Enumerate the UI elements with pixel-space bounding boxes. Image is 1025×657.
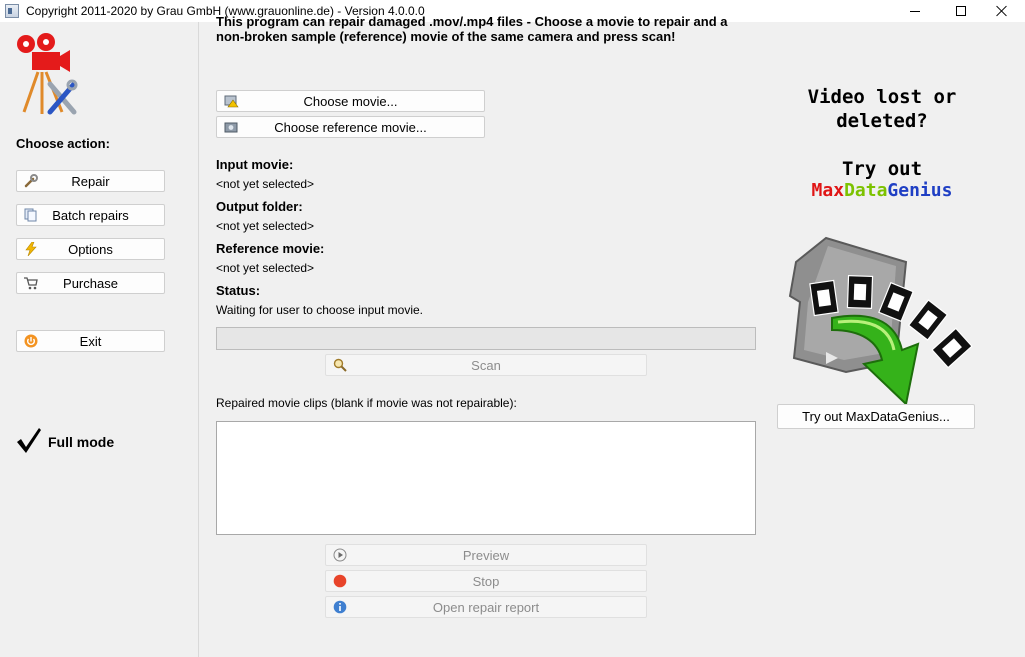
scan-label: Scan [471, 357, 501, 373]
repair-button-label: Repair [71, 173, 110, 189]
play-icon [333, 548, 347, 562]
status-value: Waiting for user to choose input movie. [216, 303, 423, 317]
lightning-icon [25, 242, 37, 256]
ad-line-2: deleted? [836, 110, 928, 132]
repaired-clips-list[interactable] [216, 421, 756, 535]
choose-reference-movie-button[interactable]: Choose reference movie... [216, 116, 485, 138]
info-icon [333, 600, 347, 614]
intro-text: This program can repair damaged .mov/.mp… [216, 14, 728, 44]
app-icon [5, 4, 19, 18]
movie-warning-icon [224, 95, 239, 108]
reference-movie-value: <not yet selected> [216, 261, 315, 275]
preview-button[interactable]: Preview [325, 544, 647, 566]
brand-part-data: Data [844, 180, 888, 201]
input-movie-label: Input movie: [216, 157, 294, 172]
repair-button[interactable]: Repair [16, 170, 165, 192]
ad-line-3: Try out [841, 158, 923, 180]
repaired-clips-label: Repaired movie clips (blank if movie was… [216, 396, 517, 410]
try-out-maxdatagenius-button[interactable]: Try out MaxDataGenius... [777, 404, 975, 429]
maximize-icon [956, 6, 966, 16]
power-icon [24, 334, 38, 348]
purchase-button-label: Purchase [63, 275, 118, 291]
maximize-button[interactable] [938, 0, 984, 22]
cart-icon [24, 277, 38, 290]
stop-button[interactable]: Stop [325, 570, 647, 592]
batch-repairs-button-label: Batch repairs [52, 207, 129, 223]
full-mode-label: Full mode [48, 434, 115, 450]
scan-button[interactable]: Scan [325, 354, 647, 376]
output-folder-value: <not yet selected> [216, 219, 315, 233]
sidebar: Choose action: Repair Batch repairs Opti… [0, 22, 199, 657]
stop-label: Stop [472, 573, 500, 589]
choose-action-heading: Choose action: [16, 136, 110, 151]
camera-tools-logo-icon [17, 33, 78, 115]
close-button[interactable] [979, 0, 1025, 22]
magnifier-icon [333, 358, 347, 372]
stop-icon [333, 574, 347, 588]
sd-card-recovery-icon[interactable] [786, 232, 978, 412]
choose-reference-label: Choose reference movie... [274, 119, 427, 135]
brand-part-max: Max [811, 180, 845, 201]
minimize-button[interactable] [892, 0, 938, 22]
exit-button[interactable]: Exit [16, 330, 165, 352]
checkmark-icon [17, 428, 41, 453]
status-label: Status: [216, 283, 261, 298]
minimize-icon [910, 10, 920, 12]
exit-button-label: Exit [79, 333, 102, 349]
close-icon [996, 5, 1008, 17]
options-button[interactable]: Options [16, 238, 165, 260]
options-button-label: Options [68, 241, 113, 257]
camera-icon [224, 122, 238, 133]
preview-label: Preview [462, 547, 510, 563]
output-folder-label: Output folder: [216, 199, 303, 214]
choose-movie-button[interactable]: Choose movie... [216, 90, 485, 112]
brand-part-genius: Genius [887, 180, 953, 201]
maxdatagenius-logo[interactable]: MaxDataGenius [777, 180, 987, 201]
full-mode-indicator: Full mode [16, 426, 114, 454]
open-repair-report-button[interactable]: Open repair report [325, 596, 647, 618]
try-out-maxdatagenius-label: Try out MaxDataGenius... [802, 409, 950, 424]
choose-movie-label: Choose movie... [303, 93, 398, 109]
documents-icon [24, 208, 37, 222]
ad-line-1: Video lost or [807, 86, 957, 108]
purchase-button[interactable]: Purchase [16, 272, 165, 294]
batch-repairs-button[interactable]: Batch repairs [16, 204, 165, 226]
wrench-icon [24, 174, 38, 188]
input-movie-value: <not yet selected> [216, 177, 315, 191]
open-repair-report-label: Open repair report [432, 599, 540, 615]
progress-bar [216, 327, 756, 350]
reference-movie-label: Reference movie: [216, 241, 325, 256]
